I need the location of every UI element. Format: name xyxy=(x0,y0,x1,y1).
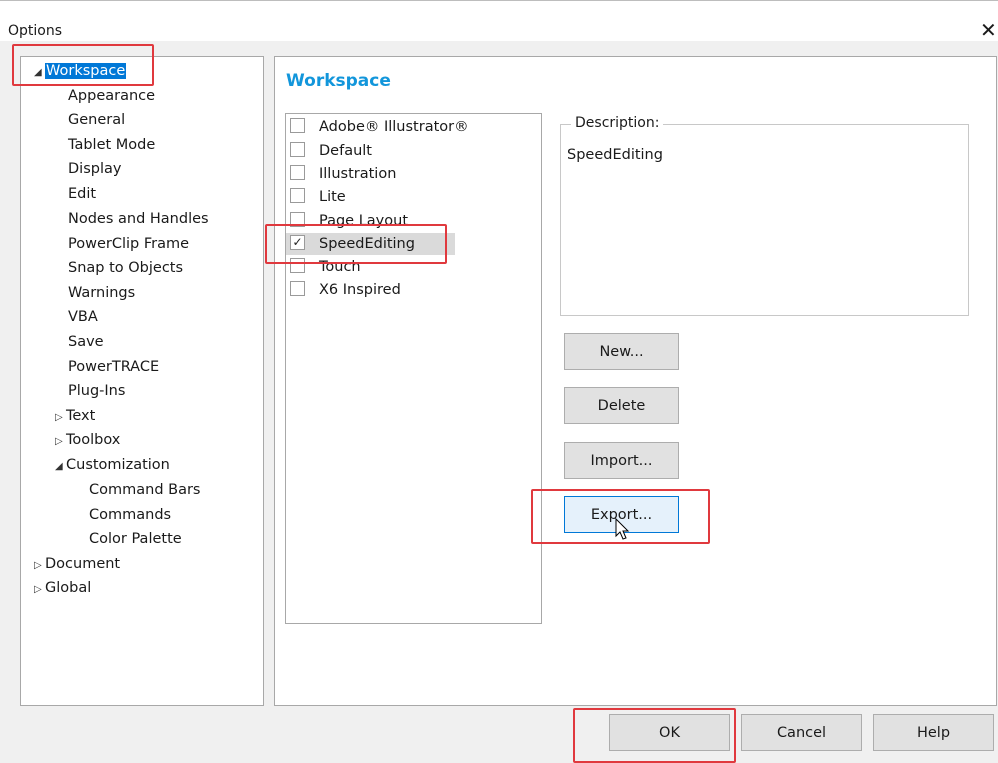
workspace-list-item[interactable]: Adobe® Illustrator® xyxy=(290,116,469,138)
workspace-list-item[interactable]: X6 Inspired xyxy=(290,279,401,301)
collapsed-arrow-icon: ▷ xyxy=(55,412,63,423)
title-bar: Options ✕ xyxy=(0,0,998,41)
tree-item-plug-ins[interactable]: Plug-Ins xyxy=(68,381,125,401)
tree-item-edit[interactable]: Edit xyxy=(68,184,96,204)
help-button[interactable]: Help xyxy=(873,714,994,751)
tree-item-document[interactable]: ▷ Document xyxy=(34,554,120,574)
tree-item-display[interactable]: Display xyxy=(68,159,121,179)
expanded-arrow-icon: ◢ xyxy=(55,461,63,472)
checkbox[interactable] xyxy=(290,164,305,180)
description-group: Description: SpeedEditing xyxy=(560,115,969,316)
workspace-list-item[interactable]: Page Layout xyxy=(290,210,408,232)
workspace-list: Adobe® Illustrator® Default Illustration… xyxy=(285,113,542,624)
close-icon[interactable]: ✕ xyxy=(980,20,997,40)
new-button[interactable]: New... xyxy=(564,333,679,370)
workspace-list-item[interactable]: Touch xyxy=(290,256,361,278)
checkbox[interactable] xyxy=(290,280,305,296)
workspace-list-item[interactable]: Illustration xyxy=(290,163,396,185)
tree-item-nodes-and-handles[interactable]: Nodes and Handles xyxy=(68,209,209,229)
ok-button[interactable]: OK xyxy=(609,714,730,751)
workspace-panel: Workspace Adobe® Illustrator® Default Il… xyxy=(274,56,997,706)
tree-item-appearance[interactable]: Appearance xyxy=(68,86,155,106)
workspace-list-item-selected[interactable]: ✓ SpeedEditing xyxy=(286,233,455,255)
window-title: Options xyxy=(8,23,63,39)
expanded-arrow-icon: ◢ xyxy=(34,67,42,78)
checkbox[interactable] xyxy=(290,187,305,203)
checkbox[interactable] xyxy=(290,257,305,273)
tree-item-toolbox[interactable]: ▷ Toolbox xyxy=(55,430,120,450)
mouse-cursor-icon xyxy=(615,518,630,540)
workspace-list-item[interactable]: Lite xyxy=(290,186,346,208)
import-button[interactable]: Import... xyxy=(564,442,679,479)
cancel-button[interactable]: Cancel xyxy=(741,714,862,751)
tree-item-save[interactable]: Save xyxy=(68,332,104,352)
checkbox[interactable] xyxy=(290,117,305,133)
tree-item-customization[interactable]: ◢ Customization xyxy=(55,455,170,475)
tree-item-powertrace[interactable]: PowerTRACE xyxy=(68,357,159,377)
tree-item-vba[interactable]: VBA xyxy=(68,307,98,327)
category-tree: ◢ Workspace Appearance General Tablet Mod… xyxy=(20,56,264,706)
tree-item-snap-to-objects[interactable]: Snap to Objects xyxy=(68,258,183,278)
checkbox[interactable] xyxy=(290,141,305,157)
collapsed-arrow-icon: ▷ xyxy=(34,560,42,571)
collapsed-arrow-icon: ▷ xyxy=(55,436,63,447)
page-title: Workspace xyxy=(286,71,391,91)
tree-item-workspace[interactable]: ◢ Workspace xyxy=(34,61,127,81)
tree-item-tablet-mode[interactable]: Tablet Mode xyxy=(68,135,155,155)
tree-item-warnings[interactable]: Warnings xyxy=(68,283,135,303)
checkbox[interactable] xyxy=(290,211,305,227)
tree-item-global[interactable]: ▷ Global xyxy=(34,578,91,598)
workspace-list-item[interactable]: Default xyxy=(290,140,372,162)
description-text: SpeedEditing xyxy=(567,147,663,163)
tree-item-text[interactable]: ▷ Text xyxy=(55,406,95,426)
checkbox-checked[interactable]: ✓ xyxy=(290,234,305,250)
tree-item-command-bars[interactable]: Command Bars xyxy=(89,480,200,500)
tree-item-general[interactable]: General xyxy=(68,110,125,130)
tree-item-color-palette[interactable]: Color Palette xyxy=(89,529,182,549)
tree-item-commands[interactable]: Commands xyxy=(89,505,171,525)
tree-item-powerclip-frame[interactable]: PowerClip Frame xyxy=(68,234,189,254)
collapsed-arrow-icon: ▷ xyxy=(34,584,42,595)
description-label: Description: xyxy=(571,115,664,131)
delete-button[interactable]: Delete xyxy=(564,387,679,424)
